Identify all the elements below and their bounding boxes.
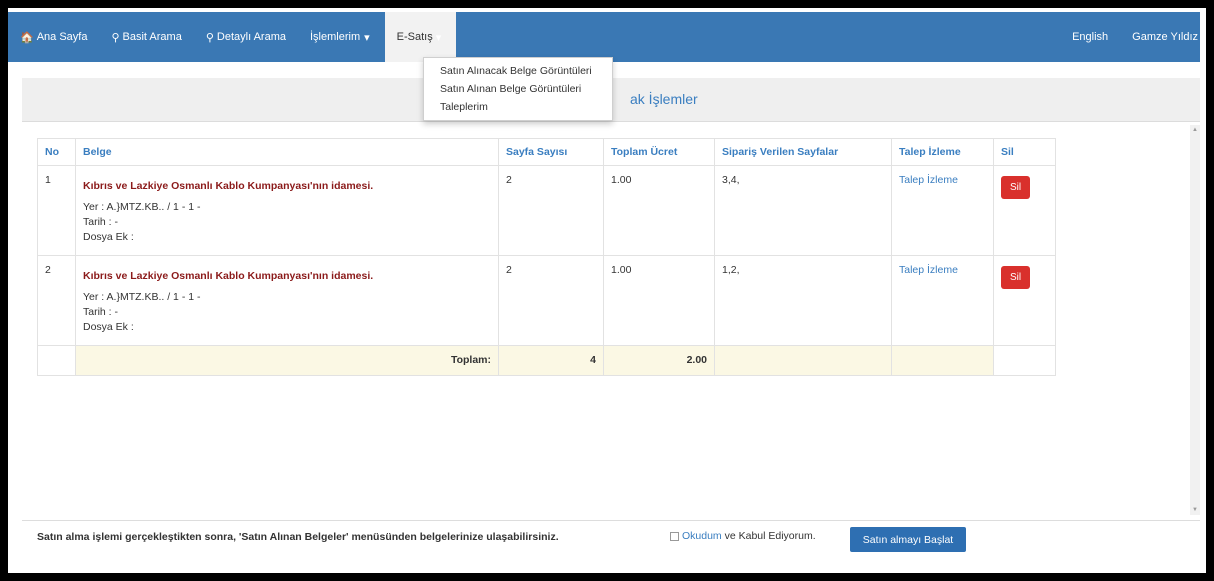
cell-empty xyxy=(993,345,1056,376)
column-header-request-tracking: Talep İzleme xyxy=(891,138,994,166)
agree-checkbox-group: Okudum ve Kabul Ediyorum. xyxy=(670,530,816,542)
nav-user-label: Gamze Yıldız xyxy=(1132,31,1198,43)
total-fee: 2.00 xyxy=(603,345,715,376)
caret-down-icon: ▾ xyxy=(364,31,370,44)
cell-page-count: 2 xyxy=(498,255,604,346)
menu-item-my-requests[interactable]: Taleplerim xyxy=(424,98,612,116)
search-icon: ⚲ xyxy=(111,31,120,44)
cell-ordered-pages: 1,2, xyxy=(714,255,892,346)
document-date: Tarih : - xyxy=(83,216,119,228)
document-date: Tarih : - xyxy=(83,306,119,318)
cell-request-tracking: Talep İzleme xyxy=(891,165,994,256)
nav-simple-search-label: Basit Arama xyxy=(122,31,182,43)
column-header-total-fee: Toplam Ücret xyxy=(603,138,715,166)
nav-detailed-search[interactable]: ⚲ Detaylı Arama xyxy=(194,12,298,62)
cell-empty xyxy=(37,345,76,376)
nav-english-label: English xyxy=(1072,31,1109,43)
cell-belge: Kıbrıs ve Lazkiye Osmanlı Kablo Kumpanya… xyxy=(75,165,499,256)
request-tracking-link[interactable]: Talep İzleme xyxy=(899,264,958,276)
cell-delete: Sil xyxy=(993,255,1056,346)
column-header-no: No xyxy=(37,138,76,166)
delete-button[interactable]: Sil xyxy=(1001,176,1031,199)
table-row: 2 Kıbrıs ve Lazkiye Osmanlı Kablo Kumpan… xyxy=(37,255,1056,346)
nav-esatis[interactable]: E-Satış ▾ xyxy=(384,12,457,62)
nav-english[interactable]: English xyxy=(1060,12,1120,62)
home-icon: 🏠 xyxy=(20,31,34,44)
search-icon: ⚲ xyxy=(205,31,214,44)
cell-ordered-pages: 3,4, xyxy=(714,165,892,256)
nav-user[interactable]: Gamze Yıldız xyxy=(1120,12,1200,62)
table-total-row: Toplam: 4 2.00 xyxy=(37,345,1056,376)
cell-no: 2 xyxy=(37,255,76,346)
scroll-up-icon[interactable]: ▲ xyxy=(1192,127,1198,133)
cell-delete: Sil xyxy=(993,165,1056,256)
cell-empty xyxy=(891,345,994,376)
page-title: ak İşlemler xyxy=(630,91,698,107)
request-tracking-link[interactable]: Talep İzleme xyxy=(899,174,958,186)
menu-item-to-purchase-images[interactable]: Satın Alınacak Belge Görüntüleri xyxy=(424,62,612,80)
esatis-dropdown-menu: Satın Alınacak Belge Görüntüleri Satın A… xyxy=(423,57,613,121)
agree-checkbox[interactable] xyxy=(670,531,679,541)
caret-down-icon: ▾ xyxy=(435,31,442,44)
agree-text: ve Kabul Ediyorum. xyxy=(721,530,816,542)
cell-no: 1 xyxy=(37,165,76,256)
nav-simple-search[interactable]: ⚲ Basit Arama xyxy=(99,12,193,62)
delete-button[interactable]: Sil xyxy=(1001,266,1031,289)
table-header-row: No Belge Sayfa Sayısı Toplam Ücret Sipar… xyxy=(37,138,1056,166)
top-navbar: 🏠 Ana Sayfa ⚲ Basit Arama ⚲ Detaylı Aram… xyxy=(8,12,1200,62)
document-title[interactable]: Kıbrıs ve Lazkiye Osmanlı Kablo Kumpanya… xyxy=(83,180,491,192)
nav-my-operations-label: İşlemlerim xyxy=(310,31,361,43)
nav-home[interactable]: 🏠 Ana Sayfa xyxy=(8,12,99,62)
document-attachment: Dosya Ek : xyxy=(83,231,134,243)
nav-esatis-label: E-Satış xyxy=(396,31,433,43)
nav-detailed-search-label: Detaylı Arama xyxy=(216,31,286,43)
cell-empty xyxy=(714,345,892,376)
scroll-down-icon[interactable]: ▼ xyxy=(1192,507,1198,513)
nav-home-label: Ana Sayfa xyxy=(36,31,88,43)
document-location: Yer : A.}MTZ.KB.. / 1 - 1 - xyxy=(83,201,201,213)
cell-belge: Kıbrıs ve Lazkiye Osmanlı Kablo Kumpanya… xyxy=(75,255,499,346)
vertical-scrollbar[interactable]: ▲ ▼ xyxy=(1190,125,1200,515)
cell-total-fee: 1.00 xyxy=(603,165,715,256)
column-header-ordered-pages: Sipariş Verilen Sayfalar xyxy=(714,138,892,166)
document-title[interactable]: Kıbrıs ve Lazkiye Osmanlı Kablo Kumpanya… xyxy=(83,270,491,282)
nav-my-operations[interactable]: İşlemlerim ▾ xyxy=(298,12,385,62)
menu-item-purchased-images[interactable]: Satın Alınan Belge Görüntüleri xyxy=(424,80,612,98)
table-row: 1 Kıbrıs ve Lazkiye Osmanlı Kablo Kumpan… xyxy=(37,165,1056,256)
column-header-page-count: Sayfa Sayısı xyxy=(498,138,604,166)
total-label: Toplam: xyxy=(75,345,499,376)
document-location: Yer : A.}MTZ.KB.. / 1 - 1 - xyxy=(83,291,201,303)
column-header-belge: Belge xyxy=(75,138,499,166)
cell-page-count: 2 xyxy=(498,165,604,256)
cell-total-fee: 1.00 xyxy=(603,255,715,346)
total-page-count: 4 xyxy=(498,345,604,376)
agree-link[interactable]: Okudum xyxy=(682,530,722,542)
footer-note: Satın alma işlemi gerçekleştikten sonra,… xyxy=(37,531,559,543)
column-header-delete: Sil xyxy=(993,138,1056,166)
document-attachment: Dosya Ek : xyxy=(83,321,134,333)
footer-divider xyxy=(22,520,1200,521)
cart-table: No Belge Sayfa Sayısı Toplam Ücret Sipar… xyxy=(37,138,1056,376)
start-purchase-button[interactable]: Satın almayı Başlat xyxy=(850,527,966,552)
cell-request-tracking: Talep İzleme xyxy=(891,255,994,346)
